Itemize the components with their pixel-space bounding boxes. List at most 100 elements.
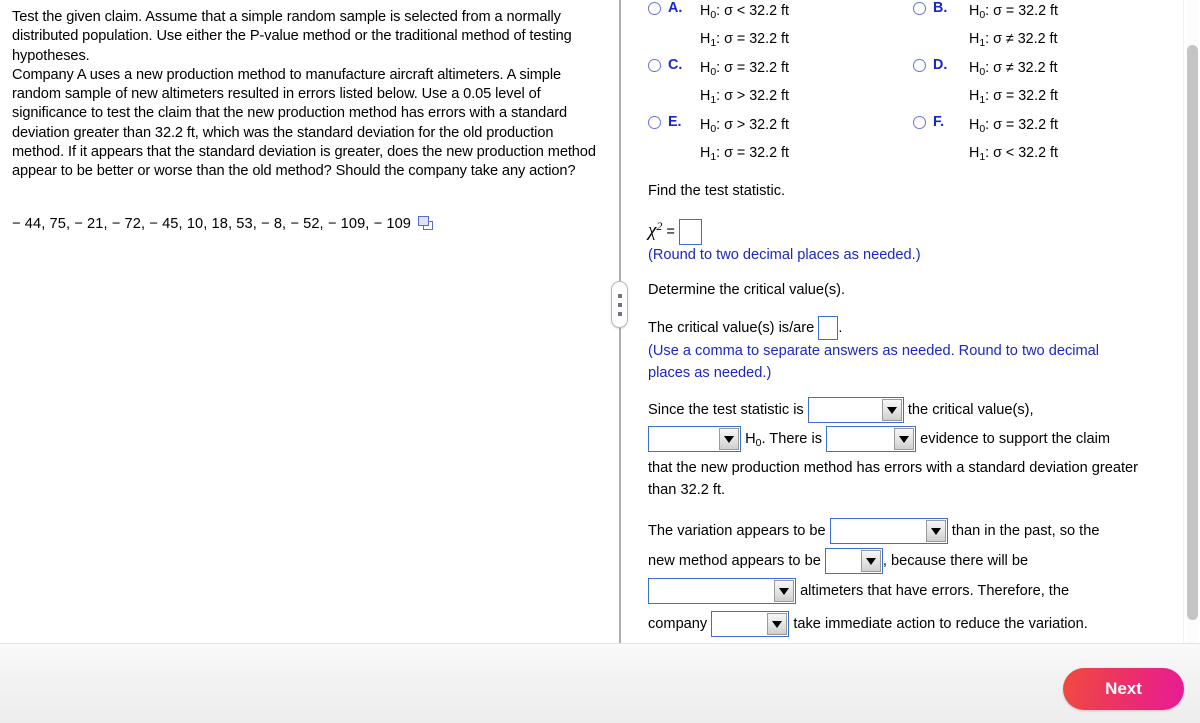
company-block: company take immediate action to reduce … xyxy=(648,611,1168,637)
radio-button-a[interactable] xyxy=(648,2,661,15)
altimeters-dropdown[interactable] xyxy=(648,578,796,604)
equals-sign: = xyxy=(666,224,675,240)
sample-data-values: − 44, 75, − 21, − 72, − 45, 10, 18, 53, … xyxy=(12,216,412,232)
option-f-alt-rest: : σ < 32.2 ft xyxy=(985,144,1058,161)
h-null-label: H xyxy=(745,430,756,447)
radio-button-c[interactable] xyxy=(648,59,661,72)
option-e-null-rest: : σ > 32.2 ft xyxy=(716,117,789,133)
option-b-alt-rest: : σ ≠ 32.2 ft xyxy=(985,30,1058,47)
option-f-body: H0: σ = 32.2 ft H1: σ < 32.2 ft xyxy=(969,114,1058,169)
options-column-left: A. H0: σ < 32.2 ft H1: σ = 32.2 ft C. H0… xyxy=(648,0,898,171)
option-d-null-h: H xyxy=(969,60,980,76)
chevron-down-icon[interactable] xyxy=(925,520,946,542)
option-d-null-rest: : σ ≠ 32.2 ft xyxy=(985,60,1058,76)
workspace: Test the given claim. Assume that a simp… xyxy=(0,0,1200,643)
reject-dropdown[interactable] xyxy=(648,426,741,452)
since-suffix: the critical value(s), xyxy=(907,401,1034,418)
critical-value-prefix: The critical value(s) is/are xyxy=(648,319,815,336)
grip-dot xyxy=(617,302,622,307)
problem-statement: Test the given claim. Assume that a simp… xyxy=(12,8,602,182)
chevron-down-icon[interactable] xyxy=(894,428,915,450)
chi-exponent: 2 xyxy=(656,219,663,233)
since-prefix: Since the test statistic is xyxy=(648,401,804,418)
radio-button-b[interactable] xyxy=(913,2,926,15)
company-prefix: company xyxy=(648,615,708,632)
option-c-null-h: H xyxy=(700,60,711,76)
answer-panel-content: A. H0: σ < 32.2 ft H1: σ = 32.2 ft C. H0… xyxy=(622,0,1174,643)
method-dropdown[interactable] xyxy=(824,548,883,574)
option-b-null-rest: : σ = 32.2 ft xyxy=(985,3,1058,19)
conclusion-block: Since the test statistic is the critical… xyxy=(648,397,1168,423)
option-a-alt-h: H xyxy=(700,30,711,47)
radio-button-e[interactable] xyxy=(648,116,661,129)
option-d-letter: D. xyxy=(933,57,948,73)
answer-panel-scrollbar[interactable] xyxy=(1183,0,1200,643)
critical-value-suffix: . xyxy=(838,319,843,336)
option-e-alt-h: H xyxy=(700,144,711,161)
instructions-text: Test the given claim. Assume that a simp… xyxy=(12,9,572,64)
option-d-alt-rest: : σ = 32.2 ft xyxy=(985,87,1058,104)
chevron-down-icon[interactable] xyxy=(774,580,794,602)
option-a[interactable]: A. H0: σ < 32.2 ft H1: σ = 32.2 ft xyxy=(648,0,898,57)
option-b-alt-h: H xyxy=(969,30,980,47)
company-dropdown[interactable] xyxy=(711,611,790,637)
method-prefix: new method appears to be xyxy=(648,552,821,569)
pane-splitter[interactable] xyxy=(611,0,628,643)
altimeters-suffix: altimeters that have errors. Therefore, … xyxy=(800,582,1070,599)
question-panel: Test the given claim. Assume that a simp… xyxy=(0,0,620,643)
critical-value-input[interactable] xyxy=(818,316,839,340)
option-a-null-h: H xyxy=(700,3,711,19)
chevron-down-icon[interactable] xyxy=(860,550,881,572)
option-e-null-h: H xyxy=(700,117,711,133)
option-d-alt-h: H xyxy=(969,87,980,104)
radio-button-f[interactable] xyxy=(913,116,926,129)
copy-to-clipboard-icon[interactable] xyxy=(418,216,434,230)
round-note: (Round to two decimal places as needed.) xyxy=(648,247,921,263)
answer-panel: A. H0: σ < 32.2 ft H1: σ = 32.2 ft C. H0… xyxy=(622,0,1200,643)
comparison-dropdown[interactable] xyxy=(807,397,904,423)
option-e-alt-rest: : σ = 32.2 ft xyxy=(716,144,789,161)
there-is-text: . There is xyxy=(761,430,823,447)
grip-dot xyxy=(617,311,622,316)
chevron-down-icon[interactable] xyxy=(881,399,902,421)
chevron-down-icon[interactable] xyxy=(719,428,739,450)
options-column-right: B. H0: σ = 32.2 ft H1: σ ≠ 32.2 ft D. H0… xyxy=(913,0,1168,171)
option-e[interactable]: E. H0: σ > 32.2 ft H1: σ = 32.2 ft xyxy=(648,114,898,171)
option-f-alt-h: H xyxy=(969,144,980,161)
variation-block: The variation appears to be than in the … xyxy=(648,518,1168,544)
option-b-body: H0: σ = 32.2 ft H1: σ ≠ 32.2 ft xyxy=(969,0,1058,55)
option-c[interactable]: C. H0: σ = 32.2 ft H1: σ > 32.2 ft xyxy=(648,57,898,114)
option-d[interactable]: D. H0: σ ≠ 32.2 ft H1: σ = 32.2 ft xyxy=(913,57,1168,114)
option-d-body: H0: σ ≠ 32.2 ft H1: σ = 32.2 ft xyxy=(969,57,1058,112)
option-c-body: H0: σ = 32.2 ft H1: σ > 32.2 ft xyxy=(700,57,789,112)
comma-note: (Use a comma to separate answers as need… xyxy=(648,343,1100,381)
option-c-alt-h: H xyxy=(700,87,711,104)
scrollbar-thumb[interactable] xyxy=(1187,45,1198,620)
company-suffix: take immediate action to reduce the vari… xyxy=(793,615,1088,632)
grip-dot xyxy=(617,293,622,298)
test-statistic-row: χ2 = xyxy=(648,216,703,246)
test-statistic-input[interactable] xyxy=(679,219,703,246)
option-a-body: H0: σ < 32.2 ft H1: σ = 32.2 ft xyxy=(700,0,789,55)
option-b-letter: B. xyxy=(933,0,948,16)
chevron-down-icon[interactable] xyxy=(767,613,788,635)
copy-icon-front-sheet xyxy=(418,216,430,226)
splitter-grip-handle[interactable] xyxy=(611,281,628,328)
option-e-letter: E. xyxy=(668,114,682,130)
reject-block: H0. There is evidence to support the cla… xyxy=(648,426,1168,454)
evidence-suffix: evidence to support the claim xyxy=(920,430,1110,447)
variation-dropdown[interactable] xyxy=(829,518,948,544)
option-f-null-h: H xyxy=(969,117,980,133)
sample-data-row: − 44, 75, − 21, − 72, − 45, 10, 18, 53, … xyxy=(12,215,434,234)
option-b[interactable]: B. H0: σ = 32.2 ft H1: σ ≠ 32.2 ft xyxy=(913,0,1168,57)
option-a-letter: A. xyxy=(668,0,683,16)
option-e-body: H0: σ > 32.2 ft H1: σ = 32.2 ft xyxy=(700,114,789,169)
radio-button-d[interactable] xyxy=(913,59,926,72)
option-c-null-rest: : σ = 32.2 ft xyxy=(716,60,789,76)
next-button[interactable]: Next xyxy=(1063,668,1184,710)
evidence-dropdown[interactable] xyxy=(826,426,917,452)
critical-value-row: The critical value(s) is/are . xyxy=(648,316,842,340)
option-f-null-rest: : σ = 32.2 ft xyxy=(985,117,1058,133)
option-f[interactable]: F. H0: σ = 32.2 ft H1: σ < 32.2 ft xyxy=(913,114,1168,171)
option-c-letter: C. xyxy=(668,57,683,73)
